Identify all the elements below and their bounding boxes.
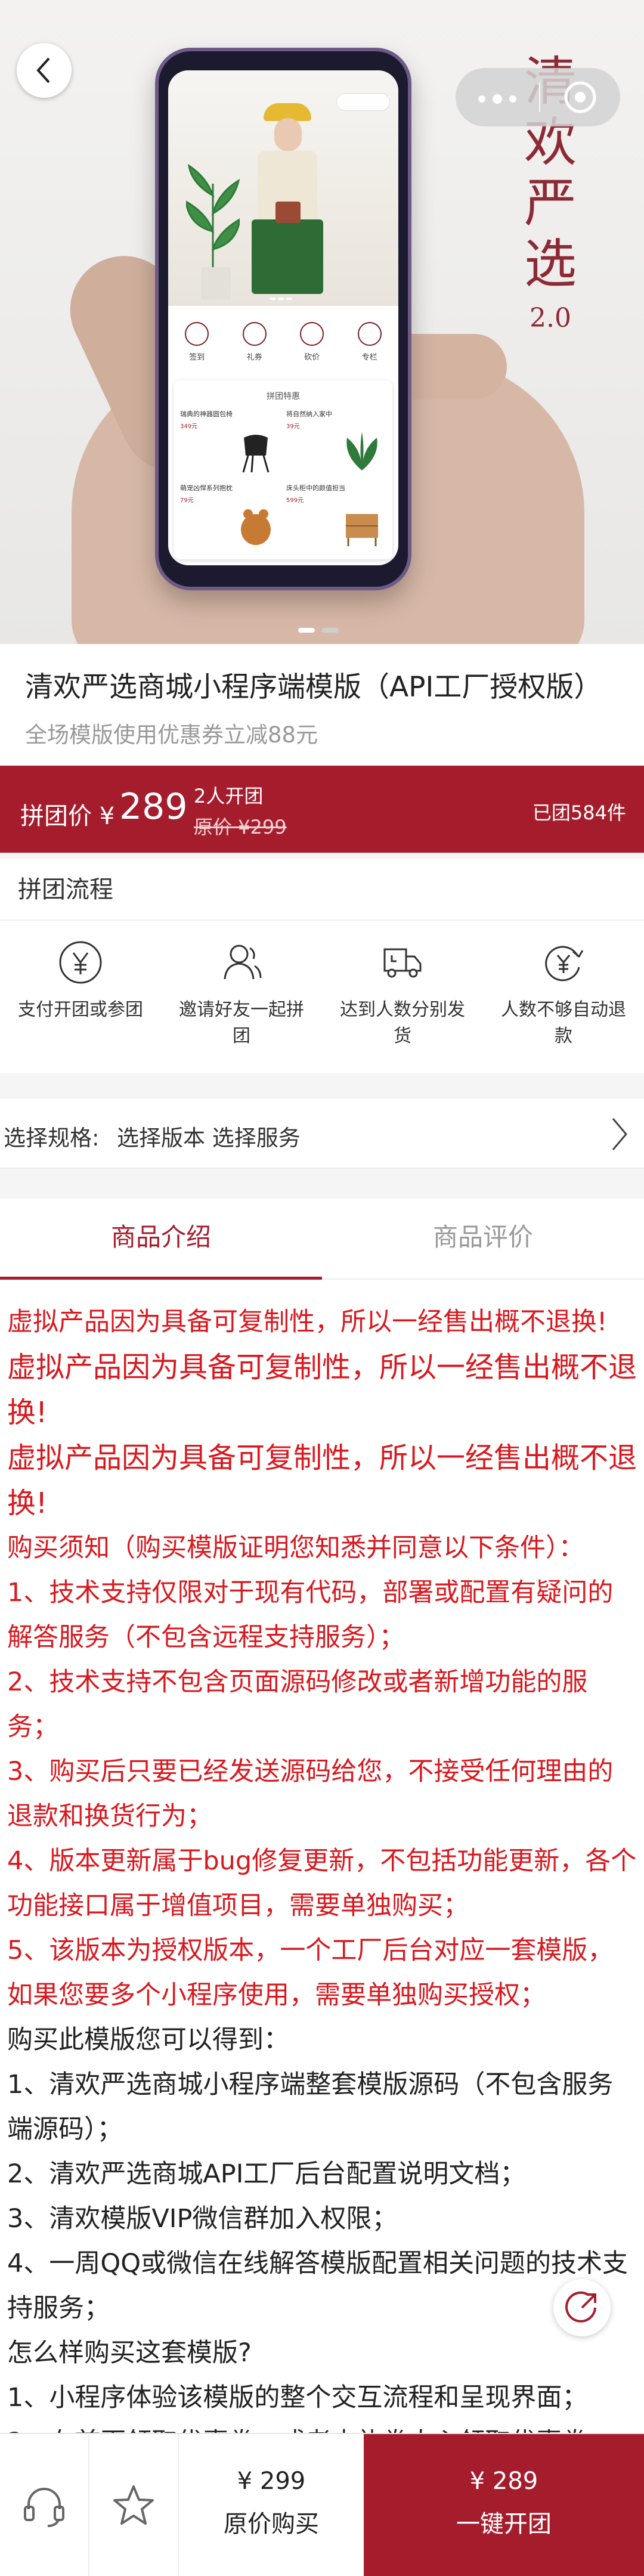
product-title-section: 清欢严选商城小程序端模版（API工厂授权版） 全场模版使用优惠券立减88元 [0, 644, 644, 763]
group-process: 拼团流程 支付开团或参团 邀请好友一起拼团 达到人数分别发货 人数不够自动退款 [0, 859, 644, 1073]
bottom-action-bar: ¥ 299 原价购买 ¥ 289 一键开团 [0, 2433, 644, 2576]
description-paragraph: 4、一周QQ或微信在线解答模版配置相关问题的技术支持服务； [7, 2249, 628, 2323]
spec-value: 选择版本 选择服务 [117, 1125, 301, 1151]
process-step-refund: 人数不够自动退款 [483, 921, 644, 1073]
star-icon [113, 2485, 154, 2525]
phone-screen: 签到 礼券 砍价 专栏 拼团特惠 瑞典的神器圆包椅 349元 将自然纳入家中 3… [168, 70, 398, 565]
tab-product-reviews[interactable]: 商品评价 [322, 1199, 644, 1278]
more-dots-icon [478, 94, 516, 104]
bargain-icon [300, 321, 324, 346]
description-paragraph: 虚拟产品因为具备可复制性，所以一经售出概不退换! [7, 1441, 637, 1520]
banner-indicator [298, 624, 352, 633]
description-paragraph: 购买此模版您可以得到： [7, 2025, 289, 2055]
delivery-truck-icon [383, 948, 422, 978]
description-paragraph: 3、购买后只要已经发送源码给您，不接受任何理由的退款和换货行为； [7, 1757, 614, 1831]
description-paragraph: 5、该版本为授权版本，一个工厂后台对应一套模版，如果您要多个小程序使用，需要单独… [7, 1936, 614, 2010]
description-paragraph: 3、清欢模版VIP微信群加入权限； [7, 2204, 398, 2234]
favorite-button[interactable] [89, 2434, 179, 2576]
group-size: 2人开团 [194, 785, 264, 807]
customer-service-button[interactable] [0, 2434, 89, 2576]
close-miniprogram-button[interactable] [540, 80, 620, 114]
invite-users-icon [224, 945, 262, 980]
process-header: 拼团流程 [0, 859, 644, 921]
nightstand-icon [346, 514, 378, 546]
checkin-icon [185, 321, 209, 346]
description-paragraph: 1、技术支持仅限对于现有代码，部署或配置有疑问的解答服务（不包含远程支持服务）； [7, 1578, 614, 1652]
spec-label: 选择规格: [4, 1125, 100, 1151]
share-button[interactable] [553, 2279, 611, 2336]
description-paragraph: 2、技术支持不包含页面源码修改或者新增功能的服务； [7, 1667, 588, 1742]
description-paragraph: 2、清欢严选商城API工厂后台配置说明文档； [7, 2159, 526, 2189]
process-step-pay: 支付开团或参团 [0, 921, 161, 1073]
share-arrow-icon [565, 2291, 596, 2323]
group-price: 289 [119, 786, 188, 828]
headset-icon [24, 2488, 64, 2527]
description-paragraph: 购买须知（购买模版证明您知悉并同意以下条件）： [7, 1533, 584, 1563]
description-paragraph: 1、小程序体验该模版的整个交互流程和呈现界面； [7, 2383, 588, 2413]
grouped-count: 已团584件 [532, 801, 626, 824]
process-step-invite: 邀请好友一起拼团 [161, 921, 322, 1073]
original-price: 原价 ¥299 [194, 816, 287, 838]
buy-original-button[interactable]: ¥ 299 原价购买 [179, 2434, 364, 2576]
more-menu-button[interactable] [456, 68, 539, 126]
phone-category-row: 签到 礼券 砍价 专栏 [168, 309, 398, 374]
leaf-plant-icon [346, 432, 377, 470]
product-description: 虚拟产品因为具备可复制性，所以一经售出概不退换! 虚拟产品因为具备可复制性，所以… [0, 1300, 644, 2457]
crown-icon [242, 321, 267, 346]
miniprogram-capsule [456, 68, 620, 126]
start-group-button[interactable]: ¥ 289 一键开团 [364, 2434, 644, 2576]
hero-banner[interactable]: 签到 礼券 砍价 专栏 拼团特惠 瑞典的神器圆包椅 349元 将自然纳入家中 3… [0, 0, 644, 644]
pillow-icon [241, 509, 271, 545]
product-title: 清欢严选商城小程序端模版（API工厂授权版） [25, 671, 602, 704]
phone-group-deals: 拼团特惠 瑞典的神器圆包椅 349元 将自然纳入家中 39元 萌宠凶悍系列抱枕 … [174, 380, 392, 559]
description-paragraph: 虚拟产品因为具备可复制性，所以一经售出概不退换! [7, 1351, 637, 1429]
back-button[interactable] [17, 43, 72, 98]
chevron-left-icon [36, 57, 50, 83]
column-icon [357, 321, 382, 346]
phone-mockup: 签到 礼券 砍价 专栏 拼团特惠 瑞典的神器圆包椅 349元 将自然纳入家中 3… [155, 48, 411, 590]
chair-icon [242, 435, 270, 473]
description-paragraph: 4、版本更新属于bug修复更新，不包括功能更新，各个功能接口属于增值项目，需要单… [7, 1846, 637, 1921]
page-root: { "hero": { "brand_chars": ["清","欢","严",… [0, 0, 644, 2576]
description-paragraph: 怎么样购买这套模版? [7, 2338, 252, 2368]
chevron-right-icon [612, 1118, 627, 1150]
process-step-ship: 达到人数分别发货 [322, 921, 483, 1073]
description-paragraph: 1、清欢严选商城小程序端整套模版源码（不包含服务端源码）； [7, 2070, 614, 2144]
detail-tabs: 商品介绍 商品评价 [0, 1199, 644, 1280]
close-target-icon [564, 81, 596, 113]
spec-selector[interactable]: 选择规格: 选择版本 选择服务 [0, 1097, 644, 1169]
description-paragraph: 虚拟产品因为具备可复制性，所以一经售出概不退换! [7, 1307, 608, 1337]
product-subtitle: 全场模版使用优惠券立减88元 [25, 722, 318, 748]
yen-circle-icon [59, 941, 102, 984]
group-price-bar: 拼团价 ¥ 289 2人开团 原价 ¥299 已团584件 [0, 766, 644, 853]
tab-product-intro[interactable]: 商品介绍 [0, 1199, 322, 1280]
refund-icon [545, 946, 584, 982]
